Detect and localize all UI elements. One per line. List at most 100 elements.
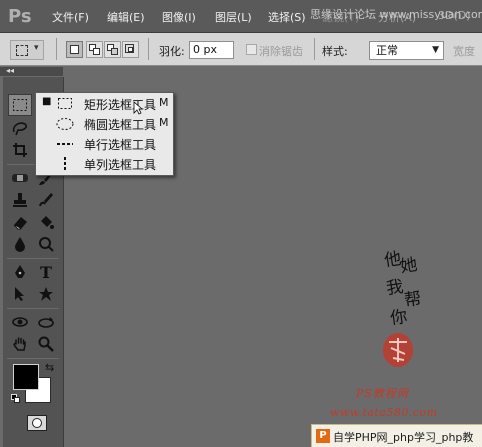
lasso-tool[interactable]	[8, 117, 32, 139]
divider	[7, 308, 59, 309]
3d-rotate-tool[interactable]	[8, 311, 32, 333]
blur-tool[interactable]	[8, 233, 32, 255]
clone-stamp-tool[interactable]	[8, 189, 32, 211]
arrow-cursor-icon	[15, 287, 24, 301]
single-row-marquee-icon	[57, 143, 73, 145]
eraser-tool[interactable]	[8, 211, 32, 233]
php-site-logo-icon: P	[316, 429, 330, 443]
feather-label: 羽化:	[159, 45, 185, 58]
divider	[148, 38, 149, 60]
active-tool-bullet-icon: ■	[42, 96, 52, 107]
flyout-item-shortcut: M	[159, 96, 169, 109]
menu-layer[interactable]: 图层(L)	[215, 9, 252, 25]
dodge-tool[interactable]	[34, 233, 58, 255]
new-selection-icon	[70, 45, 79, 54]
swap-colors-icon[interactable]: ⇆	[45, 361, 54, 374]
divider	[56, 38, 57, 60]
history-brush-tool[interactable]	[34, 189, 58, 211]
intersect-selection-button[interactable]	[122, 41, 139, 58]
width-label: 宽度	[453, 45, 475, 58]
chevron-down-icon: ▾	[34, 43, 39, 53]
ps-tutorial-watermark: PS教程网	[356, 387, 409, 400]
3d-orbit-tool[interactable]	[34, 311, 58, 333]
blur-drop-icon	[15, 237, 25, 252]
custom-shape-tool[interactable]	[34, 283, 58, 305]
style-select[interactable]: 正常 ▼	[369, 41, 444, 60]
marquee-tool-flyout: ■ 矩形选框工具 M 椭圆选框工具 M 单行选框工具 单列选框工具	[35, 92, 174, 176]
stamp-icon	[13, 193, 27, 207]
handwritten-signature: 他 她 我 帮 你	[380, 245, 430, 340]
divider	[7, 258, 59, 259]
mouse-cursor-icon	[133, 101, 143, 115]
dodge-icon	[39, 237, 54, 252]
3d-rotate-icon	[12, 317, 28, 327]
pen-icon	[15, 265, 25, 278]
crop-tool[interactable]	[8, 139, 32, 161]
shape-star-icon	[39, 287, 53, 301]
type-tool[interactable]: T	[34, 261, 58, 283]
zoom-icon	[38, 336, 54, 352]
quick-mask-icon	[32, 418, 42, 428]
divider	[7, 358, 59, 359]
foreground-color-swatch[interactable]	[13, 364, 39, 390]
feather-input[interactable]: 0 px	[189, 41, 234, 59]
flyout-item-shortcut: M	[159, 116, 169, 129]
menu-image[interactable]: 图像(I)	[162, 9, 196, 25]
divider	[314, 38, 315, 60]
antialias-checkbox[interactable]	[246, 44, 257, 55]
rect-marquee-icon	[58, 98, 72, 109]
new-selection-button[interactable]	[66, 41, 83, 58]
site-banner-text: 自学PHP网_php学习_php教	[333, 431, 474, 444]
flyout-item-ellipse-marquee[interactable]: 椭圆选框工具 M	[36, 113, 173, 133]
rect-marquee-icon	[16, 45, 28, 56]
3d-orbit-icon	[38, 317, 54, 328]
quick-mask-button[interactable]	[27, 415, 47, 431]
path-selection-tool[interactable]	[8, 283, 32, 305]
red-seal-stamp	[383, 333, 413, 367]
type-icon: T	[40, 262, 52, 282]
menu-edit[interactable]: 编辑(E)	[107, 9, 145, 25]
site-banner[interactable]: P 自学PHP网_php学习_php教	[311, 424, 482, 447]
ps-tutorial-url: www.tata580.com	[330, 406, 438, 419]
flyout-item-label: 矩形选框工具	[84, 98, 157, 112]
forum-watermark: 思缘设计论坛 www.missyuan.com	[310, 8, 482, 21]
history-brush-icon	[39, 193, 53, 207]
add-selection-icon-b	[93, 48, 100, 55]
flyout-item-label: 单列选框工具	[84, 158, 157, 172]
subtract-selection-icon-b	[111, 48, 118, 55]
flyout-item-single-row-marquee[interactable]: 单行选框工具	[36, 133, 173, 153]
flyout-item-rect-marquee[interactable]: ■ 矩形选框工具 M	[36, 93, 173, 113]
style-select-value: 正常	[376, 44, 398, 57]
marquee-tool[interactable]	[8, 94, 32, 116]
menu-select[interactable]: 选择(S)	[268, 9, 306, 25]
default-bg-swatch-icon	[14, 397, 20, 403]
hand-icon	[13, 337, 26, 351]
collapse-panel-icon[interactable]: ◂◂	[6, 66, 14, 75]
menu-bar: Ps 文件(F) 编辑(E) 图像(I) 图层(L) 选择(S) 滤镜(T) 分…	[0, 0, 482, 33]
ellipse-marquee-icon	[56, 118, 74, 130]
antialias-label: 消除锯齿	[259, 45, 303, 58]
menu-file[interactable]: 文件(F)	[52, 9, 89, 25]
toolbox-header[interactable]: ◂◂	[0, 66, 63, 76]
paint-bucket-tool[interactable]	[34, 211, 58, 233]
lasso-icon	[12, 122, 28, 136]
eraser-icon	[13, 217, 27, 230]
subtract-from-selection-button[interactable]	[104, 41, 121, 58]
photoshop-logo: Ps	[8, 6, 32, 27]
bandage-icon	[12, 174, 28, 182]
hand-tool[interactable]	[8, 333, 32, 355]
signature-char: 你	[389, 306, 409, 330]
flyout-item-single-column-marquee[interactable]: 单列选框工具	[36, 153, 173, 173]
default-colors-icon[interactable]	[11, 394, 20, 403]
style-label: 样式:	[322, 45, 348, 58]
spot-healing-tool[interactable]	[8, 167, 32, 189]
flyout-item-label: 单行选框工具	[84, 138, 157, 152]
pen-tool[interactable]	[8, 261, 32, 283]
rect-marquee-icon	[13, 99, 27, 111]
add-to-selection-button[interactable]	[86, 41, 103, 58]
tool-preset-picker[interactable]: ▾	[10, 40, 44, 60]
flyout-item-label: 椭圆选框工具	[84, 118, 157, 132]
zoom-tool[interactable]	[34, 333, 58, 355]
chevron-down-icon: ▼	[432, 45, 439, 55]
single-column-marquee-icon	[64, 157, 66, 170]
